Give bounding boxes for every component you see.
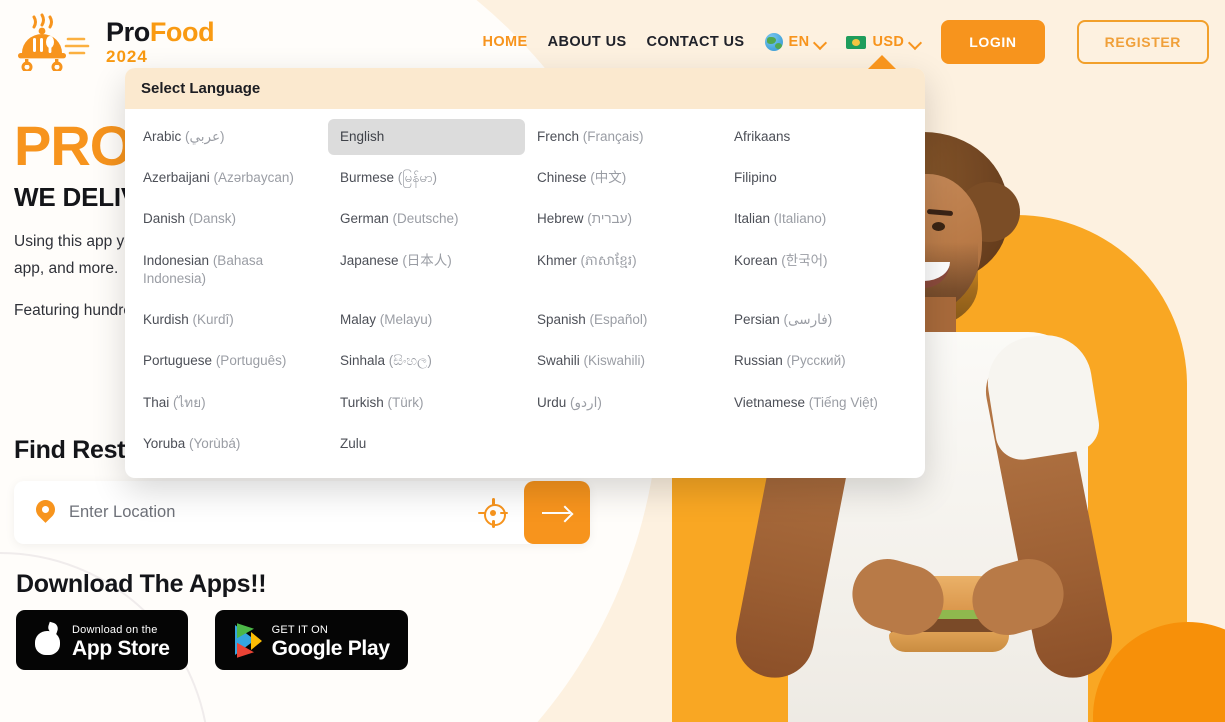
language-selector-value: EN [788,34,810,50]
language-option-native: (Español) [585,312,648,328]
language-option-native: (中文) [586,170,627,186]
language-option-grid: Arabic (عربي) English French (Français) Afr… [125,109,925,478]
language-option[interactable]: English [328,119,525,156]
language-option[interactable]: Arabic (عربي) [131,119,328,155]
main-navigation: HOME ABOUT US CONTACT US EN USD LOGIN RE… [482,20,1225,64]
language-dropdown-caret [868,55,896,69]
language-option-native: (اردو) [566,394,602,410]
language-option-native: (Dansk) [185,211,237,227]
location-search-bar[interactable] [14,481,590,544]
google-play-badge[interactable]: GET IT ON Google Play [214,610,408,670]
language-option-native: (Bahasa Indonesia) [143,252,264,286]
language-option-native: (ភាសាខ្មែរ) [576,252,637,268]
language-option[interactable]: Russian (Русский) [722,343,919,379]
language-option[interactable]: Spanish (Español) [525,302,722,338]
language-option-native: (Yorùbá) [185,435,241,451]
app-store-badge-small: Download on the [72,623,158,636]
search-input[interactable] [69,503,480,522]
google-play-icon [233,622,262,658]
logo[interactable]: ProFood 2024 [16,13,215,73]
logo-name-food: Food [149,17,215,47]
language-option[interactable]: Korean (한국어) [722,243,919,297]
language-option-native: (ไทย) [169,394,206,410]
language-option[interactable]: Chinese (中文) [525,160,722,196]
hero-image-eye-right [932,222,945,231]
language-option[interactable]: Burmese (မြန်မာ) [328,160,525,196]
app-store-badges: Download on the App Store GET IT ON Goog… [16,610,408,670]
language-option[interactable]: Azerbaijani (Azərbaycan) [131,160,328,196]
language-option[interactable]: Vietnamese (Tiếng Việt) [722,385,919,421]
logo-year: 2024 [106,47,148,66]
language-option[interactable]: Khmer (ភាសាខ្មែរ) [525,243,722,297]
language-option[interactable]: Afrikaans [722,119,919,155]
arrow-right-icon [542,506,572,520]
language-option-native: (සිංහල) [385,353,432,369]
search-submit-button[interactable] [524,481,590,544]
language-option[interactable]: Yoruba (Yorùbá) [131,426,328,462]
language-option[interactable]: Sinhala (සිංහල) [328,343,525,379]
language-option[interactable]: Zulu [328,426,525,462]
download-apps-title: Download The Apps!! [16,570,267,598]
language-option[interactable]: Swahili (Kiswahili) [525,343,722,379]
banknote-icon [846,35,867,49]
food-cloche-delivery-icon [16,13,96,73]
language-option-native: (Português) [212,353,287,369]
language-option[interactable]: Hebrew (עברית) [525,201,722,237]
language-selector[interactable]: EN [764,33,827,51]
language-option[interactable]: Urdu (اردو) [525,385,722,421]
language-option-native: (日本人) [398,252,452,268]
nav-link-contact-us[interactable]: CONTACT US [647,34,745,50]
currency-selector-value: USD [872,34,905,50]
language-option-native: (မြန်မာ) [394,170,438,186]
language-option[interactable]: Indonesian (Bahasa Indonesia) [131,243,328,297]
nav-link-about-us[interactable]: ABOUT US [548,34,627,50]
language-option[interactable]: Malay (Melayu) [328,302,525,338]
language-option-native: (Français) [579,129,644,144]
language-option-native: (Kurdî) [188,312,234,328]
login-button[interactable]: LOGIN [941,20,1045,64]
language-option-native: (فارسی) [779,312,833,328]
google-play-badge-large: Google Play [271,636,390,660]
language-option[interactable]: Turkish (Türk) [328,385,525,421]
app-store-badge[interactable]: Download on the App Store [16,610,188,670]
language-option-native: (Azərbaycan) [209,170,294,186]
language-option[interactable]: Italian (Italiano) [722,201,919,237]
language-option[interactable]: German (Deutsche) [328,201,525,237]
language-option-native: (عربي) [181,129,225,144]
language-option-native: (Türk) [383,394,424,410]
language-option[interactable]: Portuguese (Português) [131,343,328,379]
language-dropdown-header: Select Language [125,68,925,109]
currency-selector[interactable]: USD [846,34,921,50]
register-button[interactable]: REGISTER [1076,20,1209,64]
location-pin-icon [36,500,55,526]
language-option-native: (Italiano) [770,211,827,227]
language-option-native: (Русский) [782,353,846,369]
chevron-down-icon [910,37,921,48]
language-option-native: (Kiswahili) [579,353,646,369]
language-option-native: (Tiếng Việt) [805,394,878,410]
app-store-badge-large: App Store [72,636,170,660]
chevron-down-icon [815,37,826,48]
logo-text: ProFood 2024 [106,17,215,66]
language-option[interactable]: Filipino [722,160,919,196]
language-option-native: (עברית) [583,211,632,227]
language-option-native: (Melayu) [376,312,433,328]
language-option[interactable]: Kurdish (Kurdî) [131,302,328,338]
apple-icon [34,624,61,656]
language-option[interactable]: Persian (فارسی) [722,302,919,338]
nav-link-home[interactable]: HOME [482,34,527,50]
language-option-native: (Deutsche) [388,211,459,227]
language-option[interactable]: Thai (ไทย) [131,385,328,421]
language-option[interactable]: Danish (Dansk) [131,201,328,237]
language-option-native: (한국어) [777,252,828,268]
language-option[interactable]: French (Français) [525,119,722,155]
crosshair-locate-icon[interactable] [478,497,508,528]
google-play-badge-small: GET IT ON [271,623,329,636]
globe-icon [764,33,783,51]
logo-name-pro: Pro [106,17,150,47]
language-option[interactable]: Japanese (日本人) [328,243,525,297]
language-dropdown-panel: Select Language Arabic (عربي) English Fren… [125,68,925,478]
